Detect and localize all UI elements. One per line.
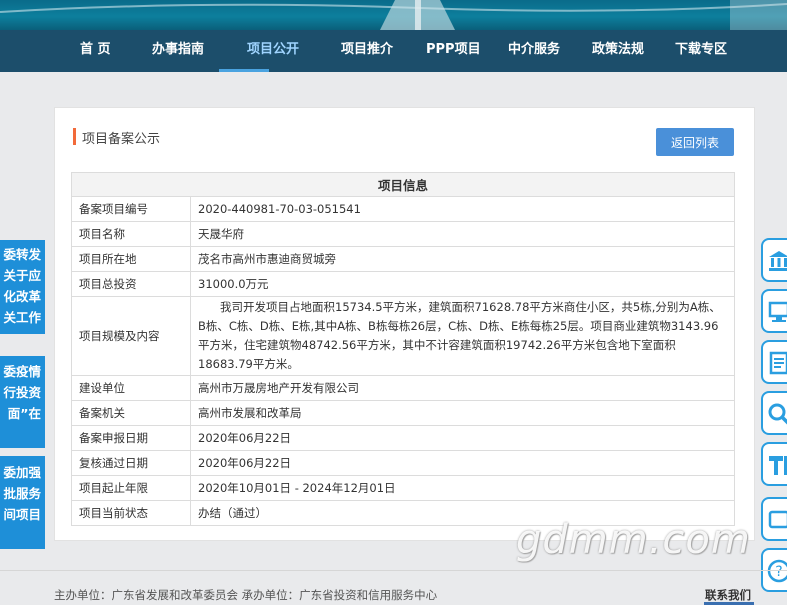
row-label: 项目起止年限 [71, 475, 191, 501]
row-value: 高州市万晟房地产开发有限公司 [190, 375, 735, 401]
row-value: 茂名市高州市惠迪商贸城旁 [190, 246, 735, 272]
project-info-table: 项目信息 备案项目编号 2020-440981-70-03-051541 项目名… [71, 172, 735, 526]
table-row: 项目名称 天晟华府 [71, 221, 735, 247]
back-to-list-button[interactable]: 返回列表 [656, 128, 734, 156]
panel-line: 关工作 [3, 310, 41, 325]
table-row: 复核通过日期 2020年06月22日 [71, 450, 735, 476]
main-nav: 首 页 办事指南 项目公开 项目推介 PPP项目 中介服务 政策法规 下载专区 [0, 30, 787, 72]
table-row: 项目起止年限 2020年10月01日 - 2024年12月01日 [71, 475, 735, 501]
panel-line: 关于应 [3, 268, 41, 283]
row-label: 项目总投资 [71, 271, 191, 297]
row-label: 项目当前状态 [71, 500, 191, 526]
row-label: 项目规模及内容 [71, 296, 191, 376]
svg-text:?: ? [775, 564, 782, 580]
table-row: 项目所在地 茂名市高州市惠迪商贸城旁 [71, 246, 735, 272]
panel-line: 委转发 [3, 247, 41, 262]
top-banner [0, 0, 787, 30]
tools-icon-button[interactable] [761, 442, 787, 486]
bridge-banner-image [0, 0, 787, 30]
nav-active-indicator [219, 69, 269, 72]
search-icon [768, 403, 787, 425]
page-title: 项目备案公示 [82, 132, 161, 147]
nav-guide[interactable]: 办事指南 [152, 30, 204, 72]
left-news-panel-3[interactable]: 委加强 批服务 间项目 [0, 456, 45, 549]
nav-project-promotion[interactable]: 项目推介 [341, 30, 393, 72]
table-row: 备案申报日期 2020年06月22日 [71, 425, 735, 451]
row-label: 复核通过日期 [71, 450, 191, 476]
left-news-panel-2[interactable]: 委疫情 行投资 面”在 [0, 356, 45, 448]
table-row: 建设单位 高州市万晟房地产开发有限公司 [71, 375, 735, 401]
left-news-panel-1[interactable]: 委转发 关于应 化改革 关工作 [0, 240, 45, 334]
footer-organizers: 主办单位：广东省发展和改革委员会 承办单位：广东省投资和信用服务中心 [54, 588, 438, 602]
table-row: 备案项目编号 2020-440981-70-03-051541 [71, 196, 735, 222]
row-value: 2020年10月01日 - 2024年12月01日 [190, 475, 735, 501]
document-icon [769, 351, 787, 375]
row-label: 建设单位 [71, 375, 191, 401]
document-icon-button[interactable] [761, 340, 787, 384]
panel-line: 面”在 [7, 406, 41, 421]
row-value: 2020年06月22日 [190, 450, 735, 476]
row-label: 备案项目编号 [71, 196, 191, 222]
question-icon: ? [767, 559, 787, 583]
bank-icon [769, 251, 787, 271]
search-icon-button[interactable] [761, 391, 787, 435]
panel-line: 委加强 [3, 465, 41, 480]
monitor-icon-button[interactable] [761, 497, 787, 541]
bank-icon-button[interactable] [761, 238, 787, 282]
row-value: 2020-440981-70-03-051541 [190, 196, 735, 222]
nav-agency[interactable]: 中介服务 [508, 30, 560, 72]
panel-line: 行投资 [3, 385, 41, 400]
table-row: 备案机关 高州市发展和改革局 [71, 400, 735, 426]
row-label: 项目所在地 [71, 246, 191, 272]
panel-line: 间项目 [3, 507, 41, 522]
contact-us-link[interactable]: 联系我们 [705, 587, 751, 603]
nav-home[interactable]: 首 页 [80, 30, 111, 72]
row-label: 备案机关 [71, 400, 191, 426]
table-row: 项目总投资 31000.0万元 [71, 271, 735, 297]
monitor-icon [768, 510, 787, 529]
nav-project-public[interactable]: 项目公开 [247, 30, 299, 72]
nav-policy[interactable]: 政策法规 [592, 30, 644, 72]
table-row: 项目规模及内容 我司开发项目占地面积15734.5平方米，建筑面积71628.7… [71, 296, 735, 376]
row-label: 备案申报日期 [71, 425, 191, 451]
row-value: 2020年06月22日 [190, 425, 735, 451]
tools-icon [769, 456, 787, 475]
footer-divider [0, 570, 787, 571]
scale-text: 我司开发项目占地面积15734.5平方米，建筑面积71628.78平方米商住小区… [198, 300, 721, 371]
row-value: 高州市发展和改革局 [190, 400, 735, 426]
row-value-scale: 我司开发项目占地面积15734.5平方米，建筑面积71628.78平方米商住小区… [190, 296, 735, 376]
table-header: 项目信息 [71, 172, 735, 197]
computer-icon [768, 301, 787, 322]
title-marker [73, 128, 76, 145]
row-value: 31000.0万元 [190, 271, 735, 297]
panel-line: 化改革 [3, 289, 41, 304]
computer-icon-button[interactable] [761, 289, 787, 333]
row-value: 天晟华府 [190, 221, 735, 247]
nav-downloads[interactable]: 下载专区 [675, 30, 727, 72]
nav-ppp[interactable]: PPP项目 [426, 30, 481, 72]
site-watermark: gdmm.com [516, 517, 751, 563]
row-label: 项目名称 [71, 221, 191, 247]
panel-line: 委疫情 [3, 364, 41, 379]
table-header-row: 项目信息 [71, 172, 735, 197]
panel-line: 批服务 [3, 486, 41, 501]
